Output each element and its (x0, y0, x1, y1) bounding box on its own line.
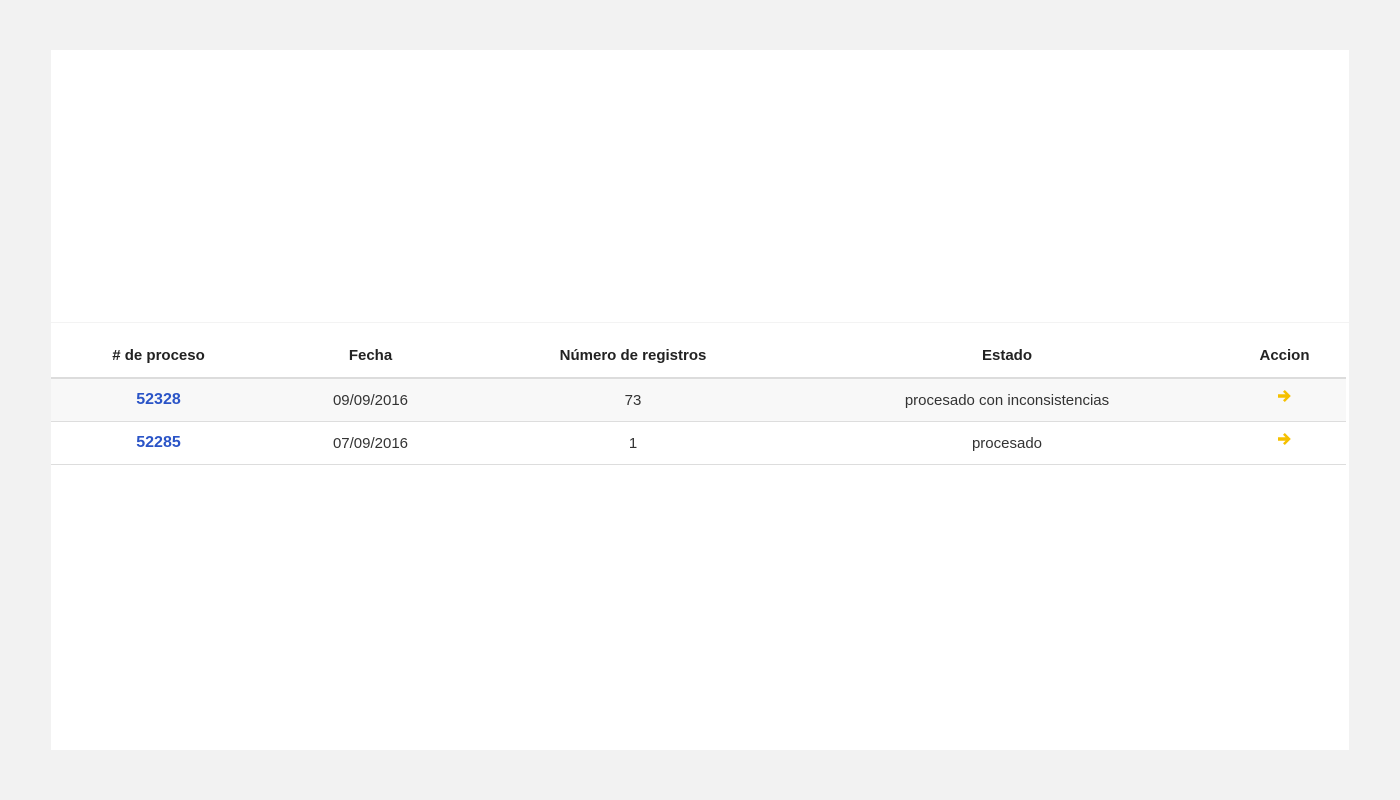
cell-proceso: 52285 (51, 421, 266, 465)
process-id-link[interactable]: 52285 (136, 434, 181, 451)
cell-registros: 1 (475, 421, 791, 465)
process-table: # de proceso Fecha Número de registros E… (51, 334, 1346, 465)
arrow-right-icon[interactable] (1277, 431, 1293, 447)
cell-accion (1223, 378, 1346, 422)
content-panel: # de proceso Fecha Número de registros E… (51, 50, 1349, 750)
cell-fecha: 07/09/2016 (266, 421, 475, 465)
table-row: 52328 09/09/2016 73 procesado con incons… (51, 378, 1346, 422)
cell-registros: 73 (475, 378, 791, 422)
column-header-estado[interactable]: Estado (791, 334, 1223, 379)
table-row: 52285 07/09/2016 1 procesado (51, 421, 1346, 465)
process-id-link[interactable]: 52328 (136, 391, 181, 408)
column-header-fecha[interactable]: Fecha (266, 334, 475, 379)
cell-accion (1223, 421, 1346, 465)
cell-estado: procesado con inconsistencias (791, 378, 1223, 422)
cell-proceso: 52328 (51, 378, 266, 422)
column-header-accion: Accion (1223, 334, 1346, 379)
column-header-registros[interactable]: Número de registros (475, 334, 791, 379)
column-header-proceso[interactable]: # de proceso (51, 334, 266, 379)
arrow-right-icon[interactable] (1277, 388, 1293, 404)
divider (51, 322, 1349, 323)
cell-fecha: 09/09/2016 (266, 378, 475, 422)
table-header-row: # de proceso Fecha Número de registros E… (51, 334, 1346, 379)
cell-estado: procesado (791, 421, 1223, 465)
